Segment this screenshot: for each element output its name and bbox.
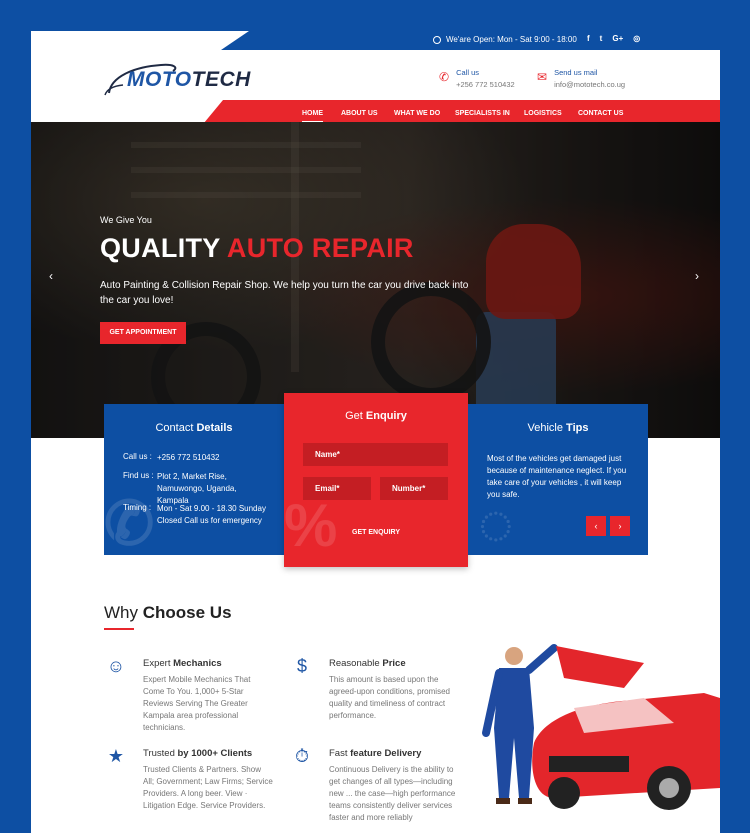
nav-what-we-do[interactable]: WHAT WE DO [394, 110, 440, 117]
top-bar: We'are Open: Mon - Sat 9:00 - 18:00 f t … [31, 31, 720, 50]
tips-card-title: Vehicle Tips [527, 422, 589, 434]
enquiry-card: % Get Enquiry Name* Email* Number* GET E… [284, 393, 468, 567]
nav-about-us[interactable]: ABOUT US [341, 110, 378, 117]
hero-slider: We Give You QUALITY AUTO REPAIR Auto Pai… [31, 122, 720, 438]
clients-icon: ★ [107, 746, 125, 766]
get-enquiry-button[interactable]: GET ENQUIRY [284, 529, 468, 536]
google-plus-icon[interactable]: G+ [612, 34, 623, 43]
facebook-icon[interactable]: f [587, 34, 590, 43]
clock-icon [433, 35, 441, 44]
contact-row-timing: Timing : Mon - Sat 9.00 - 18.30 Sunday C… [123, 503, 266, 525]
email-field[interactable]: Email* [303, 477, 371, 500]
price-icon: $ [296, 656, 307, 676]
nav-contact-us[interactable]: CONTACT US [578, 110, 623, 117]
hero-title: QUALITY AUTO REPAIR [100, 233, 414, 263]
contact-details-card: ✆ Contact Details Call us : +256 772 510… [104, 404, 284, 557]
tips-prev-icon[interactable]: ‹ [586, 516, 606, 536]
header-call[interactable]: ✆ Call us +256 772 510432 [439, 68, 515, 89]
nav-home[interactable]: HOME [302, 110, 323, 123]
mechanic-car-image [482, 644, 720, 810]
hero-description: Auto Painting & Collision Repair Shop. W… [100, 280, 469, 306]
contact-row-address: Find us : Plot 2, Market Rise, Namuwongo… [123, 471, 237, 505]
heading-underline [104, 628, 134, 630]
logo[interactable]: MOTOTECH [103, 53, 263, 103]
slider-prev-icon[interactable]: ‹ [49, 269, 53, 283]
slider-next-icon[interactable]: › [695, 269, 699, 283]
name-field[interactable]: Name* [303, 443, 448, 466]
why-choose-us-heading: Why Choose Us [104, 603, 232, 622]
instagram-icon[interactable]: ◎ [633, 34, 640, 43]
nav-specialists-in[interactable]: SPECIALISTS IN [455, 110, 510, 117]
header-mail[interactable]: ✉ Send us mail info@mototech.co.ug [537, 68, 625, 89]
twitter-icon[interactable]: t [600, 34, 603, 43]
phone-icon: ✆ [439, 70, 450, 84]
get-appointment-button[interactable]: GET APPOINTMENT [100, 322, 186, 344]
contact-row-call: Call us : +256 772 510432 [123, 452, 220, 462]
tips-next-icon[interactable]: › [610, 516, 630, 536]
opening-hours: We'are Open: Mon - Sat 9:00 - 18:00 [433, 35, 577, 44]
enquiry-card-title: Get Enquiry [345, 410, 407, 422]
nav-logistics[interactable]: LOGISTICS [524, 110, 562, 117]
delivery-icon: ⏱ [294, 746, 310, 766]
vehicle-tips-card: ◌ Vehicle Tips Most of the vehicles get … [468, 404, 648, 557]
hero-pretitle: We Give You [100, 215, 152, 225]
percent-watermark-icon: % [284, 492, 338, 559]
contact-card-title: Contact Details [155, 422, 233, 434]
page: We'are Open: Mon - Sat 9:00 - 18:00 f t … [31, 31, 720, 833]
mail-icon: ✉ [537, 70, 548, 84]
mechanic-icon: ☺ [106, 656, 126, 676]
tips-text: Most of the vehicles get damaged just be… [487, 454, 627, 499]
number-field[interactable]: Number* [380, 477, 448, 500]
social-links: f t G+ ◎ [587, 34, 640, 43]
